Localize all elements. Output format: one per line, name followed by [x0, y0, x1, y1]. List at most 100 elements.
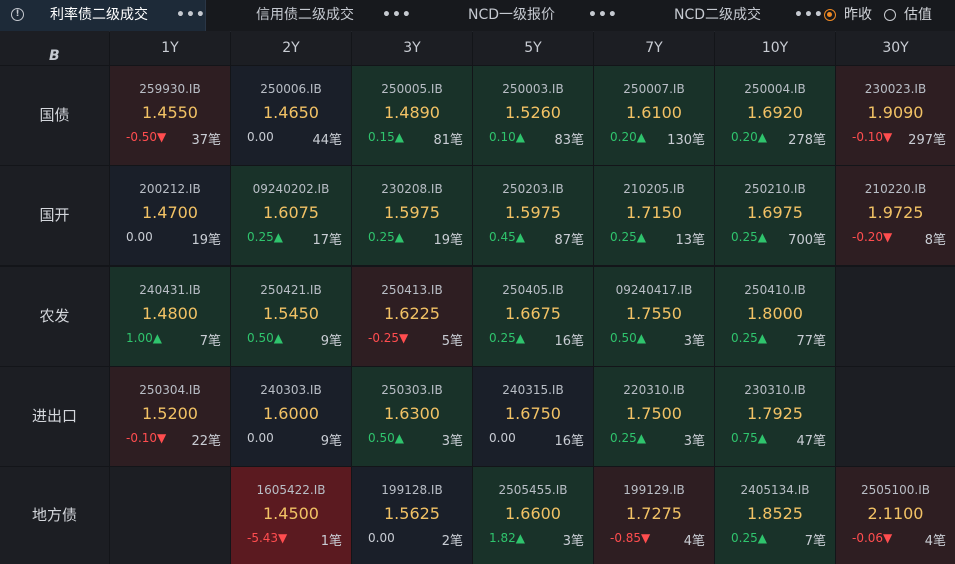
bond-cell[interactable]: 230208.IB 1.5975 0.25▲ 19笔 [352, 166, 472, 265]
yield-rate: 1.4550 [142, 103, 198, 122]
bond-code: 09240417.IB [615, 283, 693, 297]
rate-change: 0.50▲ [368, 431, 404, 445]
bond-cell[interactable]: 09240202.IB 1.6075 0.25▲ 17笔 [231, 166, 351, 265]
bond-cell[interactable]: 240431.IB 1.4800 1.00▲ 7笔 [110, 267, 230, 366]
yield-rate: 1.7550 [626, 304, 682, 323]
trade-count: 7笔 [199, 334, 221, 349]
bond-code: 200212.IB [139, 182, 201, 196]
trade-count: 5笔 [441, 334, 463, 349]
bond-cell[interactable]: 250410.IB 1.8000 0.25▲ 77笔 [715, 267, 835, 366]
rate-change: 0.20▲ [610, 130, 646, 144]
bond-cell[interactable]: 199128.IB 1.5625 0.00 2笔 [352, 467, 472, 564]
column-header-30y: 30Y [836, 31, 955, 65]
bond-cell[interactable]: 250003.IB 1.5260 0.10▲ 83笔 [473, 66, 593, 165]
bond-cell[interactable]: 259930.IB 1.4550 -0.50▼ 37笔 [110, 66, 230, 165]
yield-rate: 1.6225 [384, 304, 440, 323]
tab-ncd-primary-quote[interactable]: NCD一级报价 ••• [412, 0, 617, 31]
column-header-1y: 1Y [110, 31, 230, 65]
tab-credit-bond-secondary[interactable]: 信用债二级成交 ••• [206, 0, 411, 31]
rate-change: 0.25▲ [610, 230, 646, 244]
yield-rate: 1.9725 [867, 203, 924, 222]
trade-count: 130笔 [667, 133, 705, 148]
bond-cell[interactable]: 250413.IB 1.6225 -0.25▼ 5笔 [352, 267, 472, 366]
row-header: 国债 [0, 66, 109, 165]
trade-count: 4笔 [924, 534, 946, 549]
bond-cell[interactable]: 199129.IB 1.7275 -0.85▼ 4笔 [594, 467, 714, 564]
trade-count: 700笔 [788, 233, 826, 248]
bond-cell[interactable]: 250005.IB 1.4890 0.15▲ 81笔 [352, 66, 472, 165]
bond-code: 250410.IB [744, 283, 806, 297]
bond-cell[interactable]: 230023.IB 1.9090 -0.10▼ 297笔 [836, 66, 955, 165]
trade-count: 7笔 [804, 534, 826, 549]
rate-change: 0.50▲ [610, 331, 646, 345]
bond-code: 250003.IB [502, 82, 564, 96]
bond-cell[interactable]: 250304.IB 1.5200 -0.10▼ 22笔 [110, 367, 230, 466]
row-header: 进出口 [0, 367, 109, 466]
bond-cell[interactable]: 240315.IB 1.6750 0.00 16笔 [473, 367, 593, 466]
rate-change: 0.20▲ [731, 130, 767, 144]
trade-count: 47笔 [796, 434, 826, 449]
rate-change: 0.10▲ [489, 130, 525, 144]
yield-rate: 1.6675 [505, 304, 561, 323]
bond-cell[interactable]: 250405.IB 1.6675 0.25▲ 16笔 [473, 267, 593, 366]
tab-label: 信用债二级成交 [256, 7, 354, 23]
more-options-icon[interactable]: ••• [588, 0, 618, 31]
yield-rate: 1.6000 [263, 404, 319, 423]
bond-cell[interactable]: 250203.IB 1.5975 0.45▲ 87笔 [473, 166, 593, 265]
trade-count: 3笔 [562, 534, 584, 549]
bond-cell[interactable]: 2505100.IB 2.1100 -0.06▼ 4笔 [836, 467, 955, 564]
column-header-7y: 7Y [594, 31, 714, 65]
bond-cell[interactable]: 210220.IB 1.9725 -0.20▼ 8笔 [836, 166, 955, 265]
yield-rate: 1.7150 [626, 203, 682, 222]
bond-cell[interactable]: 210205.IB 1.7150 0.25▲ 13笔 [594, 166, 714, 265]
bond-cell[interactable]: 220310.IB 1.7500 0.25▲ 3笔 [594, 367, 714, 466]
radio-label: 估值 [904, 7, 932, 23]
rate-change: 0.15▲ [368, 130, 404, 144]
trade-count: 9笔 [320, 334, 342, 349]
bond-code: 250004.IB [744, 82, 806, 96]
yield-rate: 1.9090 [867, 103, 924, 122]
more-options-icon[interactable]: ••• [382, 0, 412, 31]
bond-cell[interactable]: 250303.IB 1.6300 0.50▲ 3笔 [352, 367, 472, 466]
trade-count: 3笔 [683, 434, 705, 449]
bond-cell[interactable]: 250004.IB 1.6920 0.20▲ 278笔 [715, 66, 835, 165]
rate-change: 0.00 [489, 431, 516, 445]
bond-cell[interactable]: 200212.IB 1.4700 0.00 19笔 [110, 166, 230, 265]
bond-code: 250005.IB [381, 82, 443, 96]
yield-rate: 1.5260 [505, 103, 561, 122]
bond-cell[interactable]: 250210.IB 1.6975 0.25▲ 700笔 [715, 166, 835, 265]
rate-change: 0.25▲ [731, 531, 767, 545]
bond-cell[interactable]: 1605422.IB 1.4500 -5.43▼ 1笔 [231, 467, 351, 564]
empty-cell [110, 467, 230, 564]
trade-count: 19笔 [191, 233, 221, 248]
more-options-icon[interactable]: ••• [794, 0, 824, 31]
yield-rate: 1.4890 [384, 103, 440, 122]
trade-count: 44笔 [312, 133, 342, 148]
yield-rate: 1.5625 [384, 504, 440, 523]
bond-cell[interactable]: 2405134.IB 1.8525 0.25▲ 7笔 [715, 467, 835, 564]
rate-change: -0.10▼ [126, 431, 167, 445]
bond-cell[interactable]: 250007.IB 1.6100 0.20▲ 130笔 [594, 66, 714, 165]
bond-cell[interactable]: 250006.IB 1.4650 0.00 44笔 [231, 66, 351, 165]
row-header: 地方债 [0, 467, 109, 564]
bond-code: 240303.IB [260, 383, 322, 397]
bond-cell[interactable]: 230310.IB 1.7925 0.75▲ 47笔 [715, 367, 835, 466]
tab-ncd-secondary[interactable]: NCD二级成交 ••• [618, 0, 823, 31]
bond-cell[interactable]: 2505455.IB 1.6600 1.82▲ 3笔 [473, 467, 593, 564]
bond-code: 250405.IB [502, 283, 564, 297]
tab-rate-bond-secondary[interactable]: ! 利率债二级成交 ••• [0, 0, 206, 31]
bond-cell[interactable]: 250421.IB 1.5450 0.50▲ 9笔 [231, 267, 351, 366]
more-options-icon[interactable]: ••• [176, 0, 206, 31]
info-icon[interactable]: ! [11, 8, 24, 21]
bond-cell[interactable]: 09240417.IB 1.7550 0.50▲ 3笔 [594, 267, 714, 366]
trade-count: 87笔 [554, 233, 584, 248]
yield-rate: 1.6750 [505, 404, 561, 423]
bond-code: 1605422.IB [256, 483, 326, 497]
tab-label: NCD一级报价 [468, 7, 556, 23]
bond-cell[interactable]: 240303.IB 1.6000 0.00 9笔 [231, 367, 351, 466]
trade-count: 297笔 [908, 133, 946, 148]
yield-rate: 1.6600 [505, 504, 561, 523]
radio-label: 昨收 [844, 7, 872, 23]
rate-change: -5.43▼ [247, 531, 288, 545]
bond-code: 210220.IB [864, 182, 927, 196]
